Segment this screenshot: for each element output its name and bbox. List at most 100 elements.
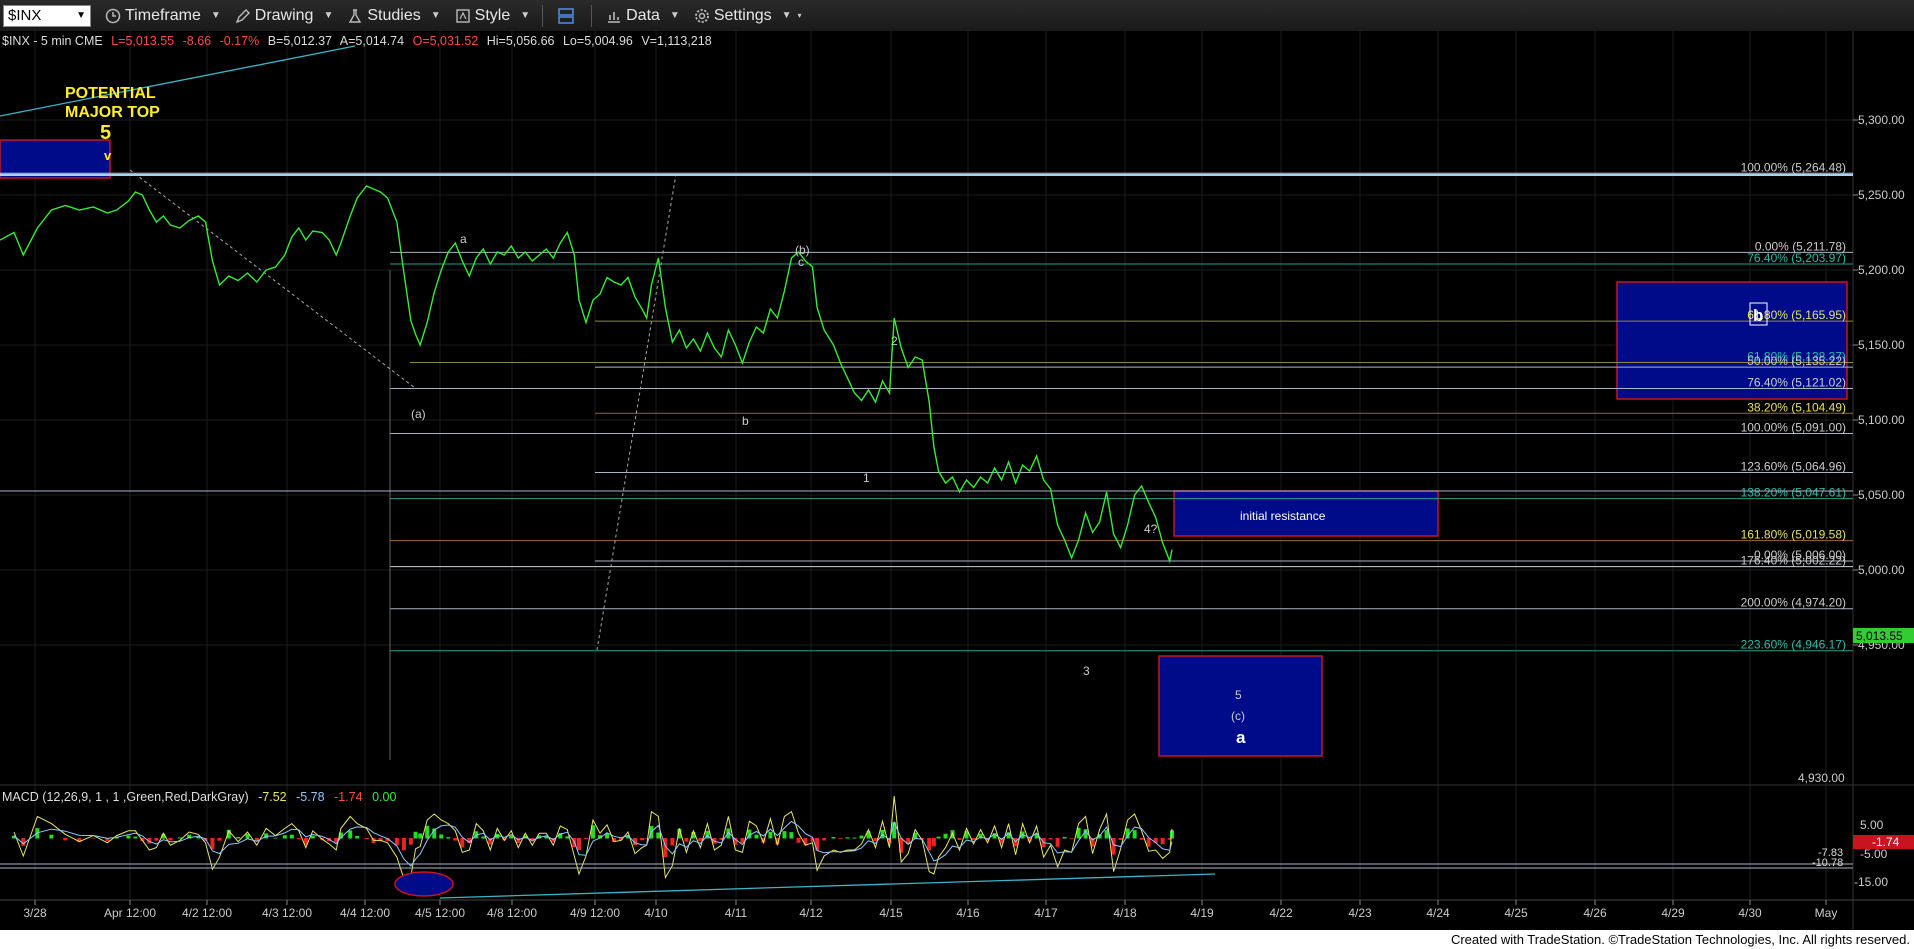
macd-hist-bar [1146,838,1151,847]
time-tick-label: 4/24 [1426,906,1450,920]
macd-hist-bar [584,838,588,839]
macd-hist-bar [782,831,787,839]
macd-hist-bar [852,837,857,839]
chevron-down-icon: ▼ [323,10,334,21]
time-tick-label: Apr 12:00 [104,906,156,920]
macd-hist-bar [1069,838,1074,839]
time-tick-label: 4/5 12:00 [415,906,465,920]
timeframe-button[interactable]: Timeframe ▼ [105,2,221,30]
macd-hist-bar [364,838,369,840]
macd-hist-bar [273,837,278,839]
fib-level-label: 123.60% (5,064.96) [1741,460,1846,474]
macd-hist-bar [1062,836,1067,839]
drawing-button[interactable]: Drawing ▼ [235,2,334,30]
flask-icon [349,8,362,23]
macd-hist-bar [796,838,801,843]
label-wave-1: 1 [863,471,870,485]
studies-button[interactable]: Studies ▼ [347,2,441,30]
macd-title: MACD (12,26,9, 1 , 1 ,Green,Red,DarkGray… [2,790,249,804]
label-wave-a-small: a [460,232,467,246]
top-box[interactable] [0,139,111,179]
macd-hist-bar [845,837,850,839]
chevron-down-icon: ▼ [76,10,86,21]
time-tick-label: 4/3 12:00 [262,906,312,920]
macd-hist-bar [822,838,827,841]
time-tick-label: 4/9 12:00 [570,906,620,920]
chevron-down-icon: ▼ [210,10,221,21]
macd-hist: -1.74 [334,790,363,804]
fib-level-label: 138.20% (5,047.61) [1741,486,1846,500]
toolbar-divider [591,4,593,27]
macd-hist-bar [282,835,287,839]
label-initial-resistance: initial resistance [1240,509,1326,523]
time-tick-label: May [1815,906,1838,920]
label-wave-5-small: 5 [1235,688,1242,702]
chevron-down-icon: ▼ [520,10,531,21]
time-tick-label: 3/28 [23,906,47,920]
macd-value: -7.52 [258,790,287,804]
symbol-text: $INX [8,7,42,24]
label-wave-paren-c: (c) [1231,709,1245,723]
macd-hist-bar [1055,838,1060,847]
macd-tick-neg5: -5.00 [1860,847,1888,861]
time-tick-label: 4/11 [725,906,748,920]
drawing-label: Drawing [254,6,314,24]
fib-level-label: 161.80% (5,019.58) [1741,528,1846,542]
bar-chart-icon [608,11,621,23]
header-symbol: $INX - 5 min CME [2,34,103,48]
macd-header: MACD (12,26,9, 1 , 1 ,Green,Red,DarkGray… [2,790,396,804]
macd-hist-bar [355,836,360,839]
price-tick-label: 5,250.00 [1858,188,1905,202]
macd-hist-bar [460,838,465,848]
fib-level-label: 76.40% (5,121.02) [1747,375,1846,389]
style-icon [455,8,470,23]
style-button[interactable]: Style ▼ [455,2,530,30]
low-price-label: 4,930.00 [1798,771,1845,785]
macd-hist-bar [931,838,936,847]
macd-hist-bar [481,836,486,839]
macd-zero: 0.00 [372,790,396,804]
macd-hist-bar [425,825,430,839]
macd-hist-bar [838,838,843,839]
settings-button[interactable]: Settings ▼ ▾ [694,2,802,30]
layout-icon [558,7,574,24]
fib-level-label: 176.40% (5,002.22) [1741,554,1846,568]
chevron-down-icon: ▼ [781,10,792,21]
macd-hist-bar [576,838,581,851]
fib-level-label: 100.00% (5,264.48) [1741,160,1846,174]
label-wave-c-small: c [798,255,804,269]
price-chart[interactable]: $INX - 5 min CME L=5,013.55 -8.66 -0.17%… [0,31,1914,930]
header-volume: V=1,113,218 [641,34,711,48]
macd-hist-bar [789,832,794,839]
footer-credit: Created with TradeStation. ©TradeStation… [0,930,1914,949]
pencil-icon [235,8,250,23]
fib-level-label: 50.00% (5,135.22) [1747,354,1846,368]
time-tick-label: 4/23 [1348,906,1372,920]
macd-hist-bar [154,838,159,841]
fib-level-label: 223.60% (4,946.17) [1741,638,1846,652]
label-potential: POTENTIAL [65,85,156,102]
layout-button[interactable] [557,2,579,30]
symbol-input[interactable]: $INX ▼ [3,4,91,27]
macd-hist-bar [126,835,131,839]
macd-hist-bar [684,838,689,842]
macd-hist-bar [310,835,315,839]
macd-hist-bar [936,836,941,839]
macd-hist-bar [63,838,68,841]
macd-hist-bar [217,838,222,841]
macd-badge-text: -1.74 [1872,835,1900,849]
macd-hist-bar [1139,838,1144,840]
time-tick-label: 4/22 [1269,906,1293,920]
time-tick-label: 4/17 [1034,906,1058,920]
macd-hist-bar [831,837,836,839]
macd-hist-bar [418,833,423,839]
fib-level-label: 100.00% (5,091.00) [1741,421,1846,435]
label-wave-b-box: b [1753,306,1763,325]
macd-hist-bar [656,832,661,839]
price-tick-label: 5,100.00 [1858,413,1905,427]
chevron-down-icon: ▼ [430,10,441,21]
label-wave-v: v [104,148,112,163]
data-button[interactable]: Data ▼ [606,2,680,30]
style-label: Style [474,6,511,24]
macd-low-marker[interactable] [394,871,454,897]
